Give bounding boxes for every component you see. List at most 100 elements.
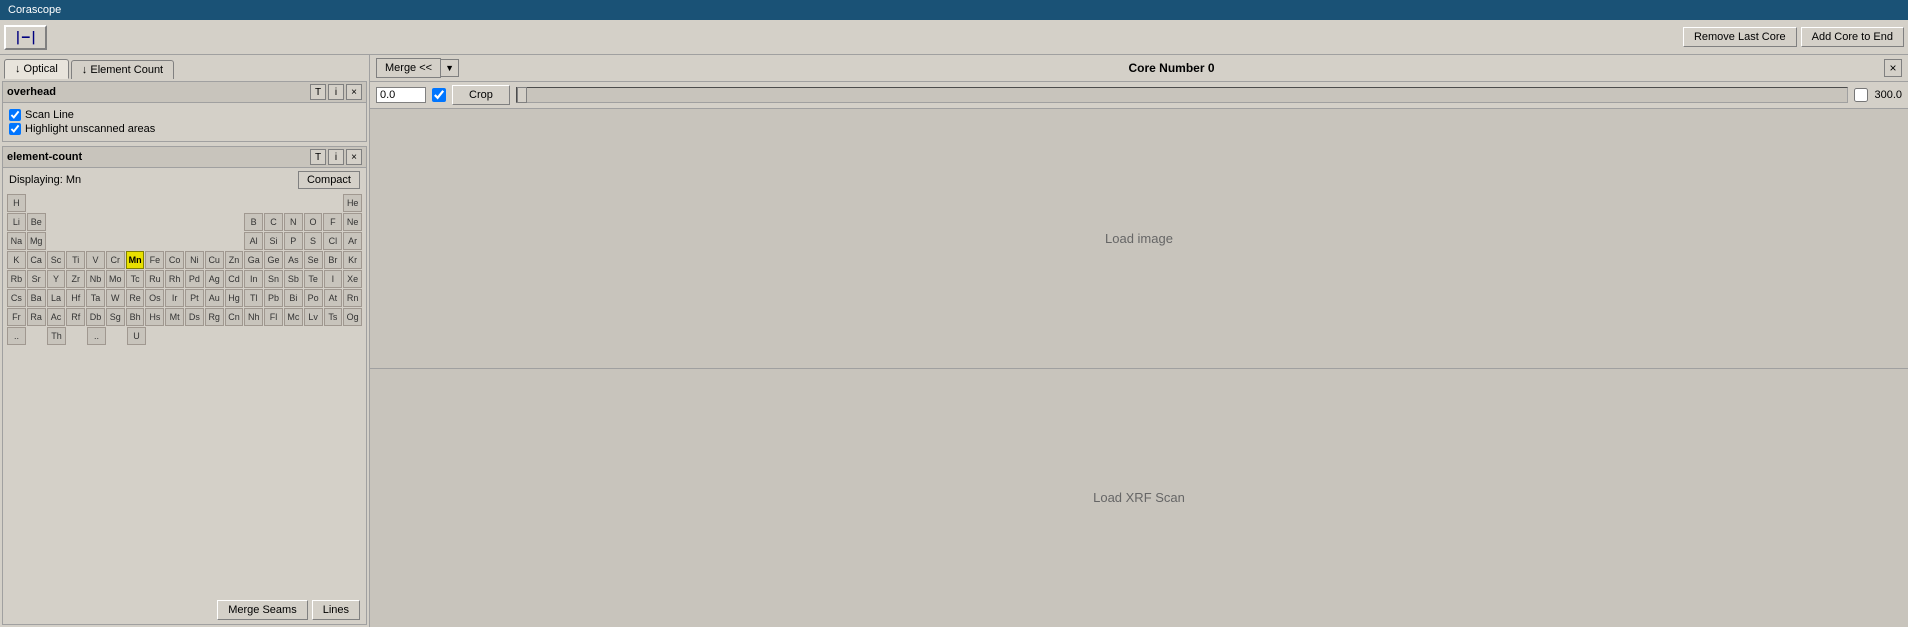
element-Os[interactable]: Os: [145, 289, 164, 307]
element-Zr[interactable]: Zr: [66, 270, 85, 288]
element-Sr[interactable]: Sr: [27, 270, 46, 288]
element-Hf[interactable]: Hf: [66, 289, 85, 307]
element-Ti[interactable]: Ti: [66, 251, 85, 269]
element-Ta[interactable]: Ta: [86, 289, 105, 307]
element-F[interactable]: F: [323, 213, 342, 231]
element-Rf[interactable]: Rf: [66, 308, 85, 326]
tab-optical[interactable]: ↓ Optical: [4, 59, 69, 79]
lines-button[interactable]: Lines: [312, 600, 360, 620]
element-Po[interactable]: Po: [304, 289, 323, 307]
element-Cl[interactable]: Cl: [323, 232, 342, 250]
element-Xe[interactable]: Xe: [343, 270, 362, 288]
element-I[interactable]: I: [324, 270, 343, 288]
element-Y[interactable]: Y: [47, 270, 66, 288]
element-P[interactable]: P: [284, 232, 303, 250]
element-Ba[interactable]: Ba: [27, 289, 46, 307]
merge-seams-button[interactable]: Merge Seams: [217, 600, 307, 620]
element-La[interactable]: La: [47, 289, 66, 307]
element-Au[interactable]: Au: [205, 289, 224, 307]
element-Db[interactable]: Db: [86, 308, 105, 326]
load-xrf-area[interactable]: Load XRF Scan: [370, 369, 1908, 627]
element-Tc[interactable]: Tc: [126, 270, 145, 288]
compact-button[interactable]: Compact: [298, 171, 360, 189]
element-Se[interactable]: Se: [304, 251, 323, 269]
element-Ca[interactable]: Ca: [27, 251, 46, 269]
element-count-pin-btn[interactable]: T: [310, 149, 326, 165]
element-V[interactable]: V: [86, 251, 105, 269]
element-S[interactable]: S: [304, 232, 323, 250]
crop-button[interactable]: Crop: [452, 85, 510, 105]
add-core-to-end-button[interactable]: Add Core to End: [1801, 27, 1904, 47]
element-Rh[interactable]: Rh: [165, 270, 184, 288]
element-Cn[interactable]: Cn: [225, 308, 244, 326]
element-Mo[interactable]: Mo: [106, 270, 125, 288]
element-dots1[interactable]: ..: [7, 327, 26, 345]
tab-element-count[interactable]: ↓ Element Count: [71, 60, 174, 79]
element-dots2[interactable]: ..: [87, 327, 106, 345]
start-value-checkbox[interactable]: [432, 88, 446, 102]
ruler-button[interactable]: |—|: [4, 25, 47, 50]
element-Ga[interactable]: Ga: [244, 251, 263, 269]
element-Hs[interactable]: Hs: [145, 308, 164, 326]
element-Fl[interactable]: Fl: [264, 308, 283, 326]
element-Bi[interactable]: Bi: [284, 289, 303, 307]
range-slider[interactable]: [516, 87, 1849, 103]
remove-last-core-button[interactable]: Remove Last Core: [1683, 27, 1797, 47]
overhead-info-btn[interactable]: i: [328, 84, 344, 100]
element-Ne[interactable]: Ne: [343, 213, 362, 231]
element-Al[interactable]: Al: [244, 232, 263, 250]
element-Pb[interactable]: Pb: [264, 289, 283, 307]
element-U[interactable]: U: [127, 327, 146, 345]
element-Bh[interactable]: Bh: [126, 308, 145, 326]
element-Nb[interactable]: Nb: [86, 270, 105, 288]
element-Re[interactable]: Re: [126, 289, 145, 307]
element-Cs[interactable]: Cs: [7, 289, 26, 307]
element-count-info-btn[interactable]: i: [328, 149, 344, 165]
start-value-input[interactable]: [376, 87, 426, 103]
element-Pt[interactable]: Pt: [185, 289, 204, 307]
element-Tl[interactable]: Tl: [244, 289, 263, 307]
element-N[interactable]: N: [284, 213, 303, 231]
element-Ag[interactable]: Ag: [205, 270, 224, 288]
element-Ar[interactable]: Ar: [343, 232, 362, 250]
element-Pd[interactable]: Pd: [185, 270, 204, 288]
element-Ru[interactable]: Ru: [145, 270, 164, 288]
element-Fe[interactable]: Fe: [145, 251, 164, 269]
element-He[interactable]: He: [343, 194, 362, 212]
merge-dropdown-button[interactable]: ▼: [441, 59, 459, 77]
overhead-pin-btn[interactable]: T: [310, 84, 326, 100]
overhead-close-btn[interactable]: ×: [346, 84, 362, 100]
element-Ts[interactable]: Ts: [324, 308, 343, 326]
element-Ra[interactable]: Ra: [27, 308, 46, 326]
element-Hg[interactable]: Hg: [225, 289, 244, 307]
highlight-checkbox[interactable]: [9, 123, 21, 135]
element-Cr[interactable]: Cr: [106, 251, 125, 269]
element-Si[interactable]: Si: [264, 232, 283, 250]
element-Te[interactable]: Te: [304, 270, 323, 288]
element-Mn[interactable]: Mn: [126, 251, 145, 269]
element-Cd[interactable]: Cd: [225, 270, 244, 288]
close-core-button[interactable]: ×: [1884, 59, 1902, 77]
element-Sb[interactable]: Sb: [284, 270, 303, 288]
merge-button[interactable]: Merge <<: [376, 58, 441, 78]
element-Mt[interactable]: Mt: [165, 308, 184, 326]
element-Zn[interactable]: Zn: [225, 251, 244, 269]
element-Nh[interactable]: Nh: [244, 308, 263, 326]
element-Cu[interactable]: Cu: [205, 251, 224, 269]
element-Mg[interactable]: Mg: [27, 232, 46, 250]
element-Rg[interactable]: Rg: [205, 308, 224, 326]
load-image-area[interactable]: Load image: [370, 109, 1908, 369]
element-Sc[interactable]: Sc: [47, 251, 66, 269]
element-Kr[interactable]: Kr: [343, 251, 362, 269]
element-Sn[interactable]: Sn: [264, 270, 283, 288]
element-B[interactable]: B: [244, 213, 263, 231]
element-H[interactable]: H: [7, 194, 26, 212]
element-At[interactable]: At: [324, 289, 343, 307]
scan-line-checkbox[interactable]: [9, 109, 21, 121]
element-In[interactable]: In: [244, 270, 263, 288]
element-W[interactable]: W: [106, 289, 125, 307]
element-Br[interactable]: Br: [324, 251, 343, 269]
element-Ir[interactable]: Ir: [165, 289, 184, 307]
element-Og[interactable]: Og: [343, 308, 362, 326]
element-Co[interactable]: Co: [165, 251, 184, 269]
